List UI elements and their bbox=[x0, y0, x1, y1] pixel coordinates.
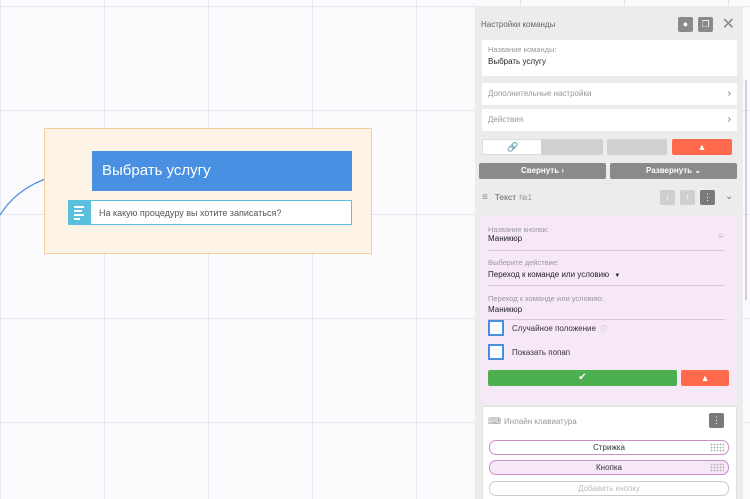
text-section-header: ≡ Текст №1 ↓ ↑ ⋮ ⌄ bbox=[482, 190, 737, 210]
copy-icon[interactable]: ❐ bbox=[698, 17, 713, 32]
section-type: Текст bbox=[495, 193, 517, 202]
expand-button[interactable]: Развернуть ⌄ bbox=[610, 163, 737, 179]
command-node[interactable]: Выбрать услугу На какую процедуру вы хот… bbox=[44, 128, 372, 254]
caret-down-icon: ▼ bbox=[614, 273, 621, 279]
expand-label: Развернуть bbox=[645, 166, 693, 175]
check-icon: ✔ bbox=[578, 372, 587, 383]
scrollbar[interactable] bbox=[745, 80, 747, 300]
command-name-label: Название команды: bbox=[488, 45, 557, 54]
link-button[interactable]: 🔗 bbox=[482, 139, 544, 155]
command-settings-panel: Настройки команды ● ❐ ✕ Название команды… bbox=[475, 6, 743, 499]
inline-keyboard-title: Инлайн клавиатура bbox=[504, 417, 577, 426]
close-icon[interactable]: ✕ bbox=[722, 17, 735, 33]
panel-title: Настройки команды bbox=[481, 20, 556, 29]
inline-keyboard-block: ⌨ Инлайн клавиатура ⋮ Стрижка Кнопка Доб… bbox=[482, 406, 737, 499]
chevron-right-icon: › bbox=[727, 114, 731, 125]
choose-action-label: Выберите действие: bbox=[488, 258, 560, 267]
node-message[interactable]: На какую процедуру вы хотите записаться? bbox=[68, 200, 352, 225]
button-name-field[interactable]: Название кнопки: Маникюр ☺ bbox=[488, 225, 725, 251]
arrow-down-icon[interactable]: ↓ bbox=[660, 190, 675, 205]
button-settings-block: Название кнопки: Маникюр ☺ Выберите дейс… bbox=[482, 216, 737, 404]
chevron-right-icon: › bbox=[727, 88, 731, 99]
keyboard-button-label: Кнопка bbox=[596, 463, 622, 472]
show-popup-checkbox[interactable] bbox=[488, 344, 504, 360]
actions-row[interactable]: Действия › bbox=[482, 109, 737, 131]
save-button[interactable]: ✔ bbox=[488, 370, 677, 386]
link-icon: 🔗 bbox=[507, 142, 519, 152]
delete-button[interactable]: ▲ bbox=[681, 370, 729, 386]
action-select-value: Переход к команде или условию bbox=[488, 270, 610, 279]
random-position-text: Случайное положение bbox=[512, 324, 596, 333]
delete-command-button[interactable]: ▲ bbox=[672, 139, 732, 155]
actions-label: Действия bbox=[488, 115, 524, 124]
add-keyboard-button[interactable]: Добавить кнопку bbox=[489, 481, 729, 496]
collapse-button[interactable]: Свернуть › bbox=[479, 163, 606, 179]
arrow-up-icon[interactable]: ↑ bbox=[680, 190, 695, 205]
goto-command-field[interactable]: Переход к команде или условию: Маникюр bbox=[488, 294, 725, 320]
keyboard-button-label: Стрижка bbox=[593, 443, 625, 452]
collapse-label: Свернуть bbox=[520, 166, 560, 175]
drag-handle-icon[interactable] bbox=[710, 463, 724, 472]
panel-header: Настройки команды ● ❐ ✕ bbox=[475, 6, 743, 40]
keyboard-button[interactable]: Кнопка bbox=[489, 460, 729, 475]
action-select-field[interactable]: Выберите действие: Переход к команде или… bbox=[488, 258, 725, 286]
keyboard-button[interactable]: Стрижка bbox=[489, 440, 729, 455]
help-icon[interactable]: ⓘ bbox=[600, 326, 607, 333]
more-icon[interactable]: ⋮ bbox=[700, 190, 715, 205]
additional-settings-row[interactable]: Дополнительные настройки › bbox=[482, 83, 737, 105]
button-name-input[interactable]: Маникюр bbox=[488, 234, 725, 243]
section-number: №1 bbox=[519, 193, 533, 202]
random-position-label: Случайное положение ⓘ bbox=[512, 324, 607, 334]
action-button-2[interactable] bbox=[541, 139, 603, 155]
command-name-input[interactable]: Выбрать услугу bbox=[488, 57, 731, 66]
goto-command-input[interactable]: Маникюр bbox=[488, 305, 725, 314]
action-select[interactable]: Переход к команде или условию ▼ bbox=[488, 270, 725, 279]
node-message-text: На какую процедуру вы хотите записаться? bbox=[99, 207, 282, 218]
add-button-label: Добавить кнопку bbox=[578, 484, 640, 493]
chevron-down-icon[interactable]: ⌄ bbox=[725, 191, 733, 202]
trash-icon: ▲ bbox=[700, 373, 710, 383]
goto-command-label: Переход к команде или условию: bbox=[488, 294, 604, 303]
drag-handle-icon[interactable] bbox=[710, 443, 724, 452]
bell-icon[interactable]: ● bbox=[678, 17, 693, 32]
text-lines-icon: ≡ bbox=[482, 192, 488, 203]
more-icon[interactable]: ⋮ bbox=[709, 413, 724, 428]
button-name-label: Название кнопки: bbox=[488, 225, 549, 234]
show-popup-label: Показать попап bbox=[512, 348, 571, 357]
action-button-3[interactable] bbox=[607, 139, 667, 155]
node-title[interactable]: Выбрать услугу bbox=[92, 151, 352, 191]
keyboard-icon: ⌨ bbox=[488, 416, 501, 426]
emoji-icon[interactable]: ☺ bbox=[717, 231, 725, 240]
additional-settings-label: Дополнительные настройки bbox=[488, 89, 592, 98]
command-name-field[interactable]: Название команды: Выбрать услугу bbox=[482, 40, 737, 76]
text-icon bbox=[69, 201, 91, 224]
trash-icon: ▲ bbox=[697, 142, 707, 152]
random-position-checkbox[interactable] bbox=[488, 320, 504, 336]
